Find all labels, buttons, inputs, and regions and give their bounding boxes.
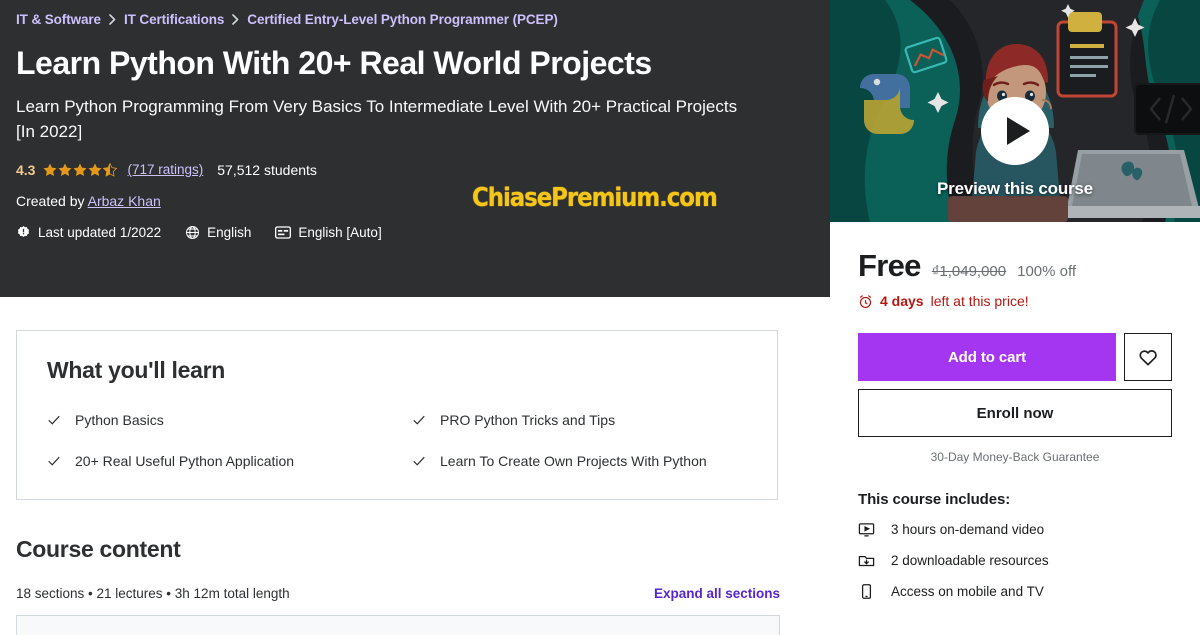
original-price: ₫1,049,000 bbox=[931, 263, 1007, 280]
last-updated-text: Last updated 1/2022 bbox=[38, 224, 162, 240]
learn-item: 20+ Real Useful Python Application bbox=[47, 452, 382, 471]
check-icon bbox=[413, 456, 425, 466]
course-includes-list: 3 hours on-demand video 2 downloadable r… bbox=[858, 521, 1172, 600]
money-back-guarantee: 30-Day Money-Back Guarantee bbox=[930, 450, 1100, 464]
course-subtitle: Learn Python Programming From Very Basic… bbox=[16, 97, 738, 142]
course-landing-page: IT & Software IT Certifications Certifie… bbox=[0, 0, 1200, 635]
what-you-will-learn-box: What you'll learn Python Basics PRO Pyth… bbox=[16, 330, 778, 500]
includes-item: Access on mobile and TV bbox=[858, 583, 1172, 600]
star-rating bbox=[43, 162, 118, 177]
deadline-days: 4 days bbox=[880, 293, 924, 309]
expand-all-sections-link[interactable]: Expand all sections bbox=[654, 586, 780, 601]
price-row: Free ₫1,049,000 100% off bbox=[858, 248, 1172, 284]
wishlist-button[interactable] bbox=[1124, 333, 1172, 381]
discount-percent: 100% off bbox=[1017, 263, 1077, 280]
learn-item-label: Python Basics bbox=[75, 412, 164, 428]
rating-value: 4.3 bbox=[16, 161, 36, 178]
check-icon bbox=[413, 415, 425, 425]
check-icon bbox=[48, 415, 60, 425]
learn-items-grid: Python Basics PRO Python Tricks and Tips… bbox=[47, 411, 747, 471]
instructor-link[interactable]: Arbaz Khan bbox=[88, 193, 161, 209]
info-badge-icon bbox=[16, 225, 31, 240]
course-section-row[interactable] bbox=[16, 614, 780, 635]
heart-icon bbox=[1139, 350, 1157, 366]
breadcrumb-item-1[interactable]: IT Certifications bbox=[124, 12, 224, 27]
alarm-clock-icon bbox=[858, 294, 873, 309]
preview-course-label: Preview this course bbox=[937, 179, 1093, 198]
purchase-card-body: Free ₫1,049,000 100% off 4 days left at … bbox=[830, 222, 1200, 600]
learn-item: PRO Python Tricks and Tips bbox=[412, 411, 747, 430]
video-icon bbox=[858, 521, 875, 538]
includes-label: Access on mobile and TV bbox=[891, 584, 1044, 599]
course-content-meta-row: 18 sections • 21 lectures • 3h 12m total… bbox=[16, 586, 780, 601]
star-full-icon bbox=[73, 163, 88, 176]
course-hero-header: IT & Software IT Certifications Certifie… bbox=[0, 0, 830, 297]
breadcrumb-item-0[interactable]: IT & Software bbox=[16, 12, 101, 27]
includes-label: 3 hours on-demand video bbox=[891, 522, 1045, 537]
closed-caption-icon bbox=[275, 225, 292, 239]
star-full-icon bbox=[43, 163, 58, 176]
star-full-icon bbox=[58, 163, 73, 176]
play-button[interactable] bbox=[981, 97, 1049, 165]
course-includes-heading: This course includes: bbox=[858, 491, 1011, 508]
check-icon bbox=[48, 456, 60, 466]
created-by-label: Created by bbox=[16, 192, 85, 209]
learn-item-label: Learn To Create Own Projects With Python bbox=[440, 452, 707, 469]
enroll-now-button[interactable]: Enroll now bbox=[858, 389, 1172, 437]
includes-item: 3 hours on-demand video bbox=[858, 521, 1172, 538]
chevron-right-icon bbox=[232, 13, 239, 25]
includes-label: 2 downloadable resources bbox=[891, 553, 1049, 568]
language-text: English bbox=[207, 224, 252, 240]
what-you-will-learn-heading: What you'll learn bbox=[47, 357, 226, 383]
chevron-right-icon bbox=[109, 13, 116, 25]
learn-item: Python Basics bbox=[47, 411, 382, 430]
globe-icon bbox=[185, 225, 200, 240]
ratings-count-link[interactable]: (717 ratings) bbox=[127, 162, 203, 177]
captions-meta: English [Auto] bbox=[275, 224, 382, 240]
learn-item-label: 20+ Real Useful Python Application bbox=[75, 452, 295, 469]
deadline-text: left at this price! bbox=[930, 293, 1029, 309]
includes-item: 2 downloadable resources bbox=[858, 552, 1172, 569]
learn-item-label: PRO Python Tricks and Tips bbox=[440, 412, 616, 428]
purchase-sidebar: Preview this course Free ₫1,049,000 100%… bbox=[830, 0, 1200, 635]
site-watermark: ChiasePremium.com bbox=[472, 183, 718, 213]
rating-summary: 4.3 (717 ratings) 57,512 students bbox=[16, 162, 814, 178]
play-triangle-icon bbox=[1006, 117, 1030, 145]
learn-item: Learn To Create Own Projects With Python bbox=[412, 452, 747, 471]
price-deadline: 4 days left at this price! bbox=[858, 293, 1172, 309]
breadcrumb-item-2[interactable]: Certified Entry-Level Python Programmer … bbox=[247, 12, 558, 27]
cta-row: Add to cart bbox=[858, 333, 1172, 381]
mobile-icon bbox=[858, 583, 875, 600]
star-half-icon bbox=[103, 162, 118, 177]
captions-text: English [Auto] bbox=[298, 224, 382, 240]
last-updated-meta: Last updated 1/2022 bbox=[16, 225, 161, 240]
breadcrumb: IT & Software IT Certifications Certifie… bbox=[16, 8, 814, 30]
page-title: Learn Python With 20+ Real World Project… bbox=[16, 45, 652, 81]
course-content-stats: 18 sections • 21 lectures • 3h 12m total… bbox=[16, 585, 290, 601]
course-preview-thumbnail[interactable]: Preview this course bbox=[830, 0, 1200, 222]
add-to-cart-button[interactable]: Add to cart bbox=[858, 333, 1116, 381]
main-content: What you'll learn Python Basics PRO Pyth… bbox=[0, 297, 830, 635]
course-meta-row: Last updated 1/2022 English English [Aut… bbox=[16, 225, 814, 240]
language-meta: English bbox=[185, 225, 251, 240]
download-icon bbox=[858, 552, 875, 569]
star-full-icon bbox=[88, 163, 103, 176]
students-count: 57,512 students bbox=[217, 161, 317, 178]
course-content-heading: Course content bbox=[16, 535, 181, 562]
current-price: Free bbox=[858, 248, 921, 283]
